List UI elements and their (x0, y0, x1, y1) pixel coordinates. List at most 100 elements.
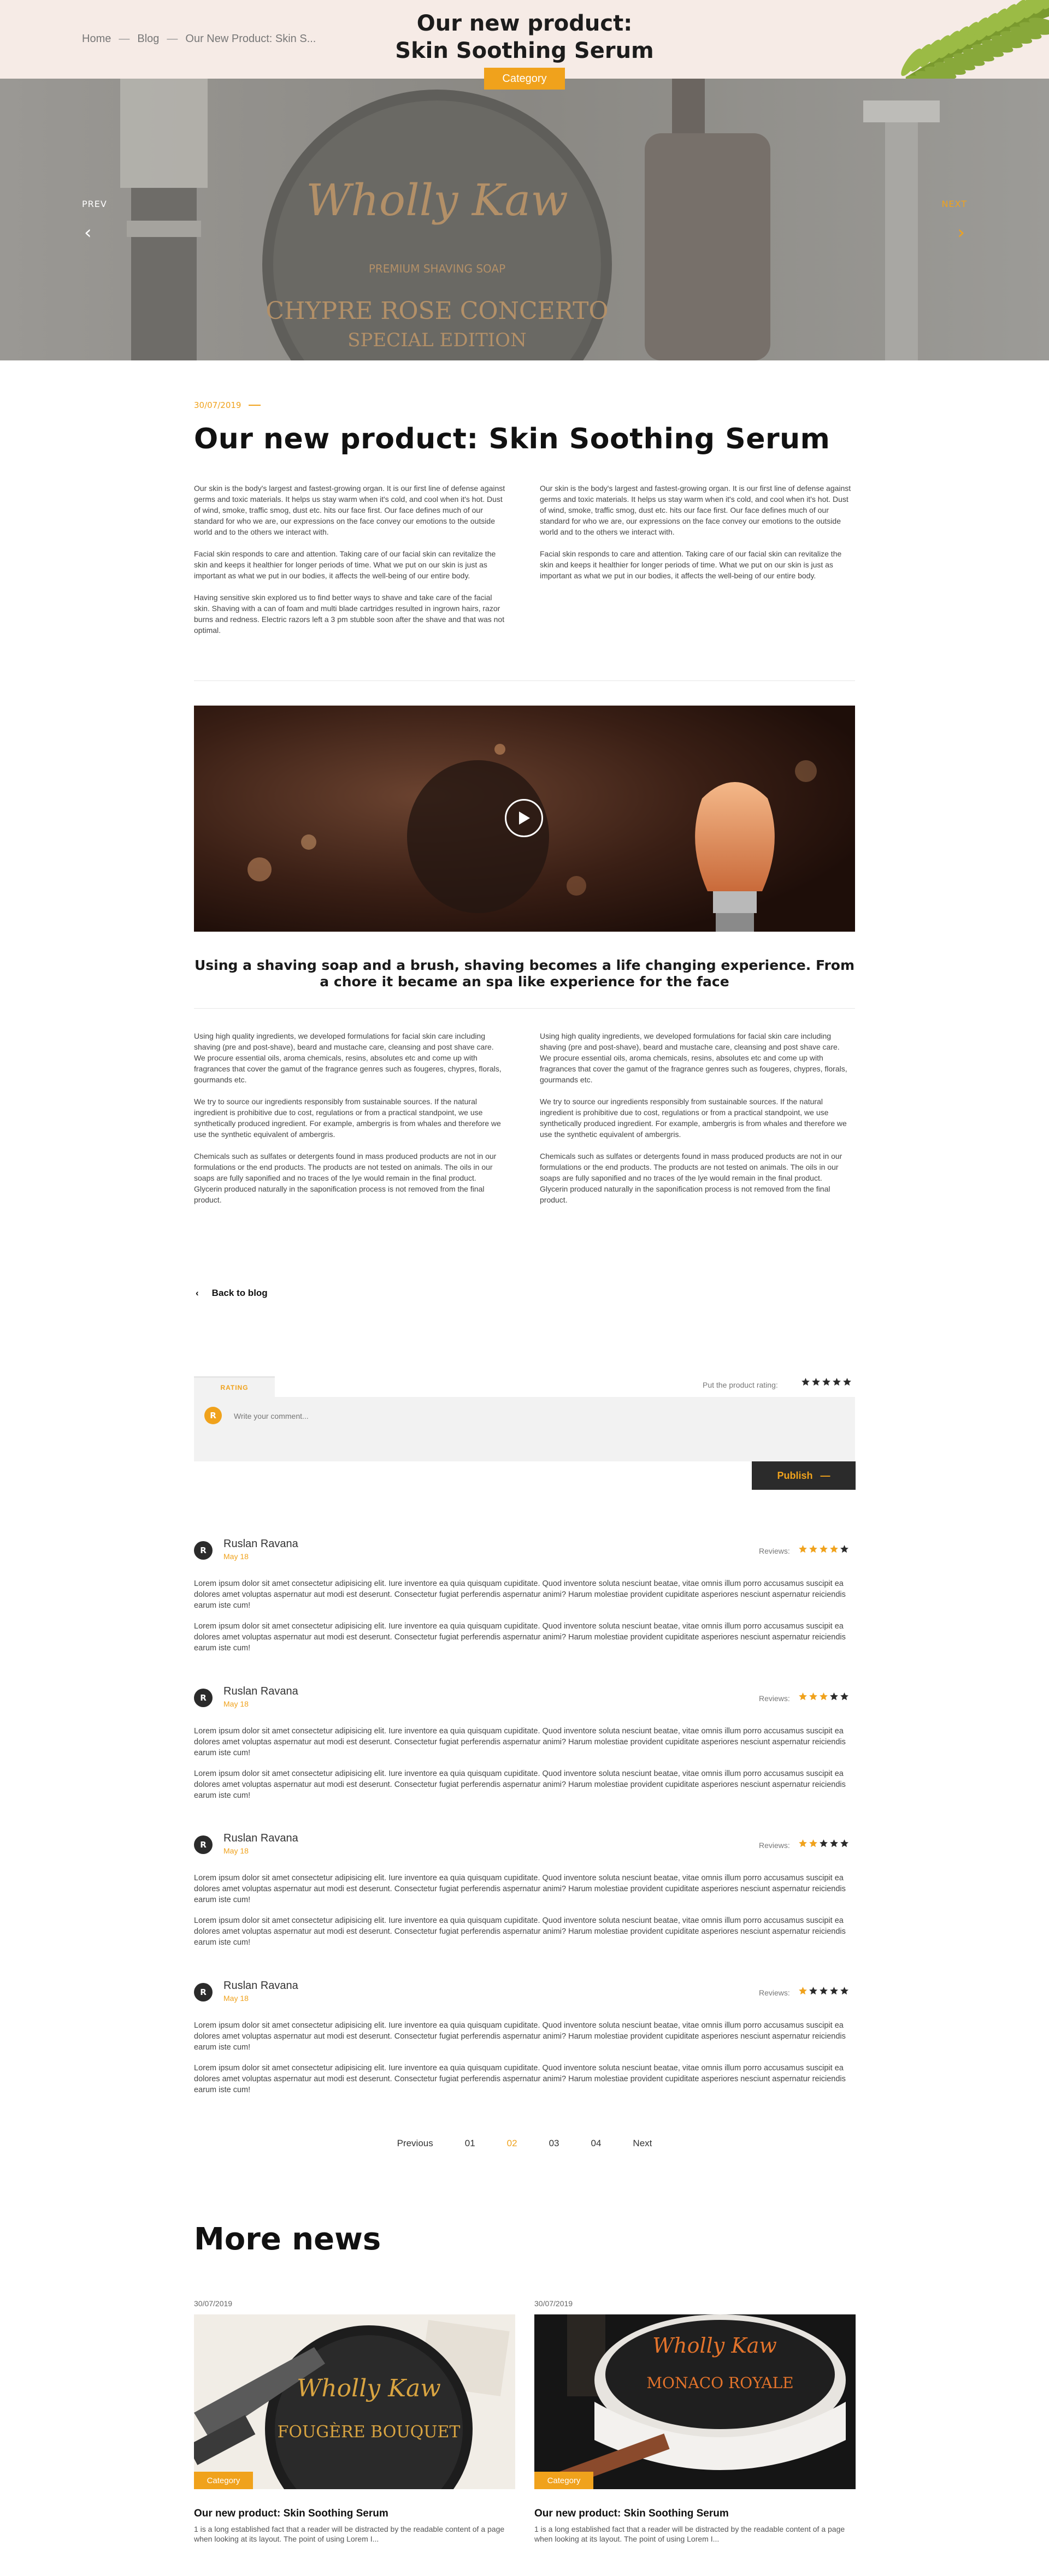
star-empty-icon (840, 1692, 848, 1701)
star-icon[interactable] (832, 1377, 841, 1387)
paragraph: Our skin is the body's largest and faste… (194, 484, 505, 536)
reviews-label: Reviews: (759, 1841, 790, 1850)
news-card-date: 30/07/2019 (534, 2299, 573, 2308)
reviewer-name: Ruslan Ravana (223, 1685, 298, 1697)
review-text: Lorem ipsum dolor sit amet consectetur a… (194, 2064, 846, 2094)
review-item: R Ruslan Ravana May 18 Reviews: Lorem ip… (194, 1533, 855, 1675)
star-filled-icon (799, 1545, 807, 1553)
pagination: Previous 01 02 03 04 Next (0, 2138, 1049, 2149)
news-product-text: MONACO ROYALE (646, 2374, 793, 2392)
play-icon[interactable] (505, 799, 543, 837)
hero-next-label: NEXT (941, 199, 967, 209)
rate-prompt: Put the product rating: (703, 1381, 778, 1389)
paragraph: We try to source our ingredients respons… (540, 1097, 847, 1139)
star-icon[interactable] (811, 1377, 821, 1387)
hero-prev-label: PREV (82, 199, 107, 209)
publish-button[interactable]: Publish — (752, 1461, 856, 1490)
reviewer-name: Ruslan Ravana (223, 1832, 298, 1844)
review-text: Lorem ipsum dolor sit amet consectetur a… (194, 1579, 846, 1610)
review-date: May 18 (223, 1846, 249, 1855)
news-card-category[interactable]: Category (194, 2472, 253, 2489)
category-badge[interactable]: Category (484, 68, 565, 90)
pagination-page[interactable]: 01 (465, 2138, 475, 2149)
divider (194, 1008, 855, 1009)
avatar: R (194, 1541, 213, 1560)
news-card[interactable]: 30/07/2019 Wholly Kaw MONACO ROYALE Cate… (534, 2299, 856, 2544)
article-title: Our new product: Skin Soothing Serum (194, 423, 830, 455)
avatar: R (194, 1689, 213, 1707)
news-product-text: FOUGÈRE BOUQUET (278, 2422, 461, 2442)
comment-input[interactable] (234, 1409, 671, 1423)
news-card-category[interactable]: Category (534, 2472, 593, 2489)
review-stars (798, 1544, 849, 1554)
paragraph: Chemicals such as sulfates or detergents… (540, 1152, 842, 1204)
page-title-line2: Skin Soothing Serum (395, 38, 654, 63)
star-filled-icon (809, 1545, 817, 1553)
star-filled-icon (799, 1839, 807, 1847)
article-column-4: Using high quality ingredients, we devel… (540, 1031, 851, 1216)
pagination-page-active[interactable]: 02 (507, 2138, 517, 2149)
paragraph: We try to source our ingredients respons… (194, 1097, 501, 1139)
review-date: May 18 (223, 1552, 249, 1561)
reviews-label: Reviews: (759, 1988, 790, 1997)
header-band: Home — Blog — Our New Product: Skin S...… (0, 0, 1049, 79)
review-stars (798, 1986, 849, 1995)
review-stars (798, 1692, 849, 1701)
review-item: R Ruslan Ravana May 18 Reviews: Lorem ip… (194, 1681, 855, 1823)
paragraph: Using high quality ingredients, we devel… (194, 1032, 502, 1084)
news-brand-text: Wholly Kaw (297, 2374, 441, 2402)
avatar: R (194, 1983, 213, 2001)
reviews-label: Reviews: (759, 1547, 790, 1555)
article-date-text: 30/07/2019 (194, 400, 241, 410)
date-dash (249, 405, 261, 406)
hero-slider: Wholly Kaw PREMIUM SHAVING SOAP CHYPRE R… (0, 79, 1049, 360)
news-card-description: 1 is a long established fact that a read… (194, 2525, 505, 2543)
chevron-right-icon[interactable]: › (957, 222, 965, 244)
more-news-title: More news (194, 2222, 381, 2257)
star-empty-icon (840, 1987, 848, 1995)
tab-rating[interactable]: RATING (194, 1376, 275, 1397)
pagination-page[interactable]: 04 (591, 2138, 602, 2149)
chevron-left-icon[interactable]: ‹ (84, 222, 92, 244)
paragraph: Our skin is the body's largest and faste… (540, 484, 851, 536)
arrow-right-icon: — (820, 1470, 830, 1481)
star-filled-icon (799, 1987, 807, 1995)
news-card-title[interactable]: Our new product: Skin Soothing Serum (534, 2508, 856, 2520)
star-icon[interactable] (801, 1377, 810, 1387)
news-image: Wholly Kaw FOUGÈRE BOUQUET (194, 2314, 515, 2489)
hero-product-text: CHYPRE ROSE CONCERTO (266, 297, 608, 325)
paragraph: Facial skin responds to care and attenti… (194, 549, 496, 580)
pagination-page[interactable]: 03 (549, 2138, 559, 2149)
play-triangle-icon (519, 812, 530, 825)
rating-input[interactable] (801, 1377, 852, 1387)
comment-box (194, 1397, 855, 1461)
review-stars (798, 1839, 849, 1848)
review-date: May 18 (223, 1699, 249, 1708)
news-card-date: 30/07/2019 (194, 2299, 233, 2308)
review-text: Lorem ipsum dolor sit amet consectetur a… (194, 1622, 846, 1653)
star-filled-icon (830, 1545, 838, 1553)
review-text: Lorem ipsum dolor sit amet consectetur a… (194, 1874, 846, 1904)
news-card-image: Wholly Kaw MONACO ROYALE Category (534, 2314, 856, 2489)
paragraph: Facial skin responds to care and attenti… (540, 549, 842, 580)
pagination-previous[interactable]: Previous (397, 2138, 433, 2149)
article-date: 30/07/2019 (194, 400, 261, 410)
star-empty-icon (820, 1839, 828, 1847)
news-image: Wholly Kaw MONACO ROYALE (534, 2314, 856, 2489)
hero-image: Wholly Kaw PREMIUM SHAVING SOAP CHYPRE R… (0, 79, 1049, 360)
avatar: R (194, 1835, 213, 1854)
reviewer-name: Ruslan Ravana (223, 1538, 298, 1550)
star-filled-icon (809, 1692, 817, 1701)
hero-type-text: PREMIUM SHAVING SOAP (369, 262, 505, 275)
review-item: R Ruslan Ravana May 18 Reviews: Lorem ip… (194, 1975, 855, 2117)
news-card-title[interactable]: Our new product: Skin Soothing Serum (194, 2508, 515, 2520)
pagination-next[interactable]: Next (633, 2138, 652, 2149)
news-card[interactable]: 30/07/2019 Wholly Kaw FOUGÈRE BOUQUET Ca… (194, 2299, 515, 2544)
reviewer-name: Ruslan Ravana (223, 1980, 298, 1992)
star-icon[interactable] (822, 1377, 831, 1387)
pull-quote: Using a shaving soap and a brush, shavin… (194, 957, 855, 990)
star-icon[interactable] (842, 1377, 852, 1387)
star-empty-icon (840, 1839, 848, 1847)
back-to-blog-link[interactable]: ‹ Back to blog (196, 1288, 268, 1299)
article-column-3: Using high quality ingredients, we devel… (194, 1031, 505, 1216)
